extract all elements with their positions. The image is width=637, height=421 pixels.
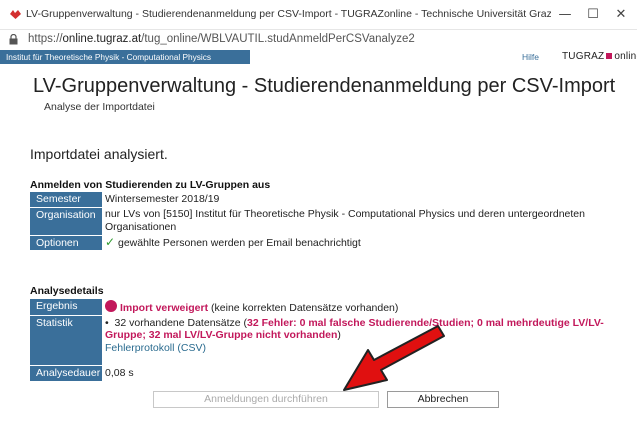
stats-bullet: • (105, 316, 109, 329)
error-log-link[interactable]: Fehlerprotokoll (CSV) (105, 342, 206, 354)
analysis-heading: Analysedetails (30, 285, 104, 297)
checkmark-icon: ✓ (105, 235, 116, 249)
analysis-table: Ergebnis Import verweigert (keine korrek… (30, 299, 615, 382)
semester-label: Semester (30, 192, 102, 208)
registration-table: Semester Wintersemester 2018/19 Organisa… (30, 192, 620, 251)
result-value: Import verweigert (keine korrekten Daten… (102, 299, 615, 316)
institute-link[interactable]: Institut für Theoretische Physik - Compu… (0, 50, 250, 64)
minimize-button[interactable]: — (552, 4, 578, 26)
statistics-label: Statistik (30, 315, 102, 366)
address-bar[interactable]: https://online.tugraz.at/tug_online/WBLV… (0, 30, 637, 50)
site-favicon-icon (10, 10, 21, 19)
table-row: Statistik • 32 vorhandene Datensätze (32… (30, 315, 615, 366)
help-link[interactable]: Hilfe (522, 52, 539, 62)
organisation-value: nur LVs von [5150] Institut für Theoreti… (105, 208, 585, 233)
table-row: Ergebnis Import verweigert (keine korrek… (30, 299, 615, 316)
table-row: Analysedauer 0,08 s (30, 365, 615, 382)
lock-icon (9, 34, 18, 45)
semester-value: Wintersemester 2018/19 (105, 193, 220, 205)
url-host: online.tugraz.at (62, 33, 142, 45)
window-title: LV-Gruppenverwaltung - Studierendenanmel… (26, 8, 551, 20)
url-path: /tug_online/WBLVAUTIL.studAnmeldPerCSVan… (141, 33, 415, 45)
brand-left: TUGRAZ (562, 51, 605, 62)
result-note: (keine korrekten Datensätze vorhanden) (211, 302, 399, 314)
options-label: Optionen (30, 235, 102, 251)
stats-count: 32 vorhandene Datensätze ( (114, 316, 248, 329)
brand-square-icon (606, 52, 613, 59)
organisation-label: Organisation (30, 207, 102, 236)
url-prefix: https:// (28, 33, 63, 45)
status-message: Importdatei analysiert. (30, 146, 168, 162)
result-status: Import verweigert (120, 302, 209, 314)
close-button[interactable]: ✕ (608, 4, 634, 26)
options-value: gewählte Personen werden per Email benac… (117, 237, 361, 249)
browser-titlebar: LV-Gruppenverwaltung - Studierendenanmel… (0, 0, 637, 30)
tugraz-online-logo[interactable]: TUGRAZ online (562, 51, 637, 62)
duration-label: Analysedauer (30, 365, 102, 382)
table-row: Organisation nur LVs von [5150] Institut… (30, 207, 620, 236)
registration-heading: Anmelden von Studierenden zu LV-Gruppen … (30, 179, 271, 191)
table-row: Optionen ✓ gewählte Personen werden per … (30, 235, 620, 251)
options-value-cell: ✓ gewählte Personen werden per Email ben… (102, 235, 620, 251)
site-header: Institut für Theoretische Physik - Compu… (0, 50, 637, 64)
page-title: LV-Gruppenverwaltung - Studierendenanmel… (33, 75, 616, 97)
annotation-arrow-icon (343, 325, 445, 391)
url-text[interactable]: https://online.tugraz.at/tug_online/WBLV… (28, 33, 415, 45)
maximize-button[interactable]: ☐ (580, 4, 606, 26)
error-dot-icon (105, 300, 117, 312)
table-row: Semester Wintersemester 2018/19 (30, 192, 620, 208)
page-subtitle: Analyse der Importdatei (44, 101, 155, 113)
result-label: Ergebnis (30, 299, 102, 316)
brand-right: online (614, 51, 637, 62)
